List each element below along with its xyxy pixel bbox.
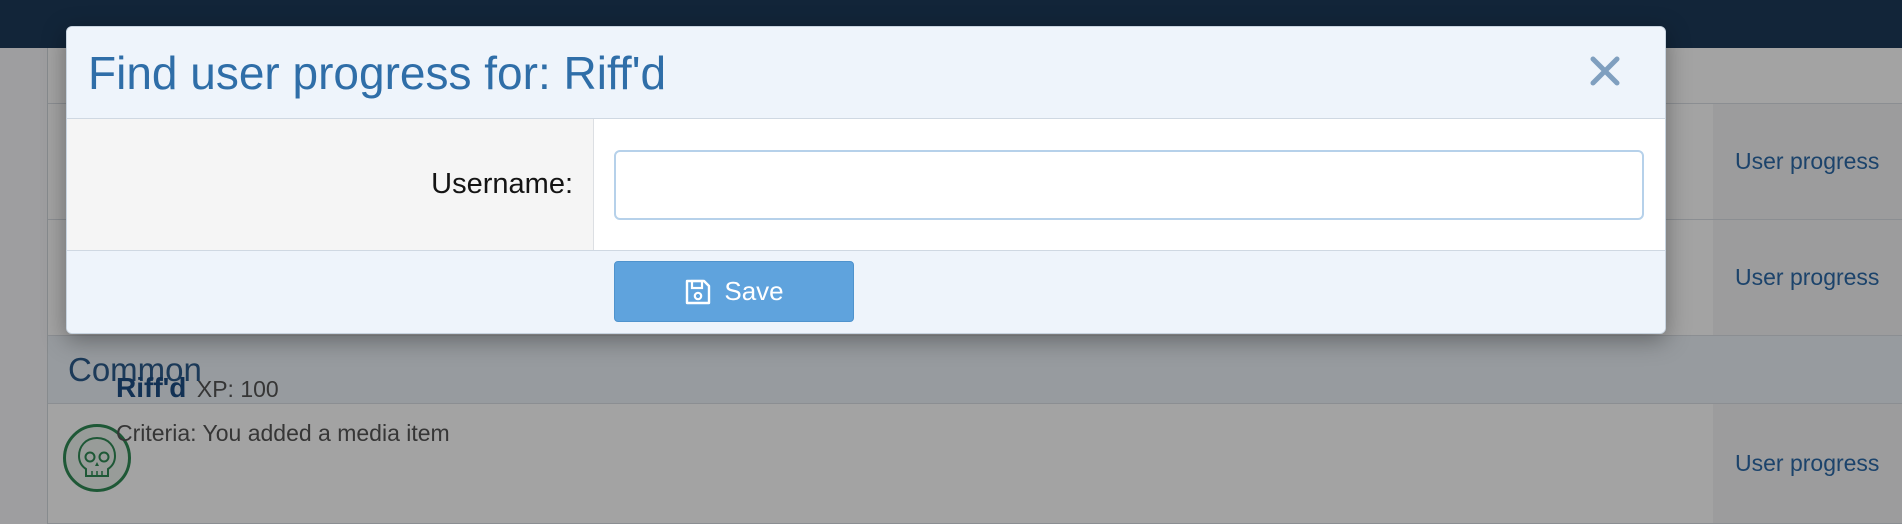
dialog-header: Find user progress for: Riff'd bbox=[67, 27, 1665, 119]
close-button[interactable] bbox=[1579, 45, 1631, 97]
save-button[interactable]: Save bbox=[614, 261, 854, 322]
floppy-disk-icon bbox=[686, 279, 711, 304]
dialog-title: Find user progress for: Riff'd bbox=[88, 46, 667, 99]
save-button-label: Save bbox=[724, 276, 784, 306]
username-form-row: Username: bbox=[67, 119, 1665, 251]
username-input-cell bbox=[594, 119, 1665, 250]
dialog-footer: Save bbox=[67, 251, 1665, 333]
find-user-progress-dialog: Find user progress for: Riff'd Username:… bbox=[66, 26, 1666, 334]
username-input[interactable] bbox=[614, 149, 1644, 220]
close-icon bbox=[1590, 56, 1620, 86]
username-label-cell: Username: bbox=[67, 119, 594, 250]
username-label: Username: bbox=[431, 168, 573, 200]
